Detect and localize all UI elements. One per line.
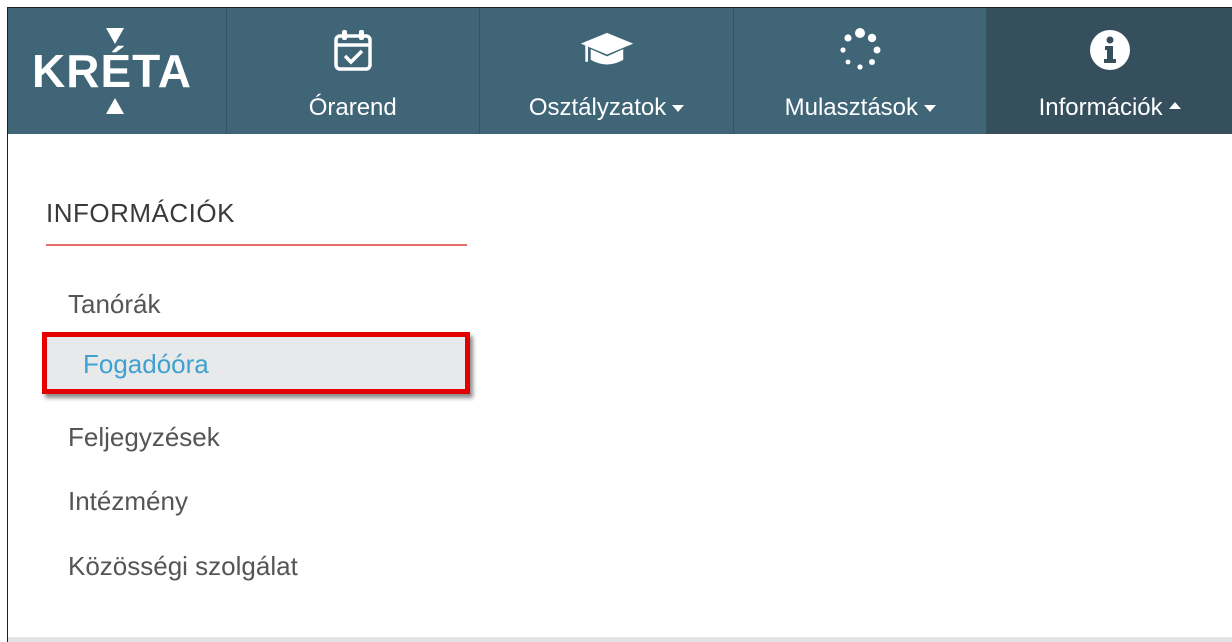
sidebar-heading: INFORMÁCIÓK	[46, 198, 235, 228]
sidebar-item-intezmeny[interactable]: Intézmény	[68, 486, 188, 517]
sidebar-item-fogadoora[interactable]: Fogadóóra	[42, 332, 470, 394]
sidebar-item-feljegyzesek[interactable]: Feljegyzések	[68, 422, 220, 453]
graduation-cap-icon	[579, 26, 635, 74]
caret-up-icon	[1168, 102, 1181, 110]
nav-item-osztalyzatok[interactable]: Osztályzatok	[480, 8, 735, 134]
nav-item-orarend[interactable]: Órarend	[227, 8, 480, 134]
bottom-scroll-strip	[8, 637, 1232, 642]
nav-item-mulasztasok[interactable]: Mulasztások	[734, 8, 988, 134]
top-navbar: KRÉTA Órarend Osztályzatok Mulasztások I…	[8, 8, 1232, 134]
nav-item-label: Mulasztások	[734, 94, 986, 122]
spinner-dots-icon	[832, 26, 888, 74]
sidebar-item-kozossegi-szolgalat[interactable]: Közösségi szolgálat	[68, 551, 298, 582]
nav-item-label: Osztályzatok	[480, 94, 734, 122]
caret-down-icon	[924, 105, 937, 113]
nav-item-label: Órarend	[308, 94, 397, 121]
calendar-check-icon	[325, 26, 381, 74]
caret-down-icon	[672, 105, 685, 113]
heading-divider	[46, 244, 467, 246]
logo-text: KRÉTA	[32, 45, 193, 97]
sidebar-item-label: Fogadóóra	[83, 349, 209, 379]
logo-bottom-triangle	[106, 98, 124, 114]
app-window: KRÉTA Órarend Osztályzatok Mulasztások I…	[7, 7, 1232, 642]
sidebar-item-tanorak[interactable]: Tanórák	[68, 289, 161, 320]
logo-top-triangle	[106, 28, 124, 44]
nav-item-informaciok[interactable]: Információk	[987, 8, 1232, 134]
info-circle-icon	[1082, 26, 1138, 74]
kreta-logo[interactable]: KRÉTA	[8, 8, 227, 134]
nav-item-label: Információk	[987, 94, 1232, 122]
